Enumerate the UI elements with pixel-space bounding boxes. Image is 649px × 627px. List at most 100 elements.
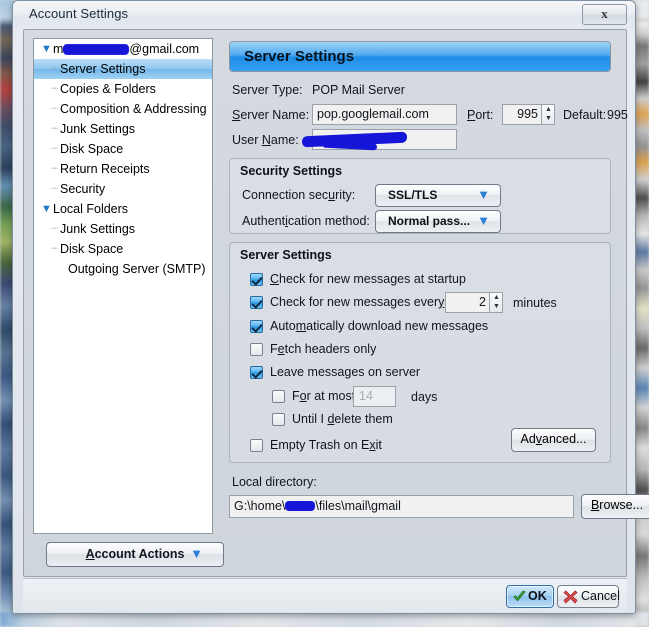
check-interval-input[interactable]: 2: [445, 292, 490, 313]
ok-button-label: OK: [528, 589, 547, 603]
server-name-label: Server Name:: [232, 108, 310, 122]
sidebar-item-local-folders[interactable]: ▼Local Folders: [34, 199, 212, 219]
chevron-down-icon[interactable]: ▼: [40, 39, 53, 59]
port-input[interactable]: 995: [502, 104, 542, 125]
browse-button-label: Browse...: [590, 498, 644, 512]
chevron-down-icon: ▼: [477, 213, 490, 228]
sidebar-item-server-settings[interactable]: ┈ Server Settings: [34, 59, 212, 79]
check-new-at-startup-checkbox[interactable]: [250, 273, 263, 286]
tree-connector-icon: ┈: [51, 83, 58, 95]
close-icon[interactable]: x: [582, 4, 627, 25]
server-settings-group-title: Server Settings: [240, 248, 332, 262]
advanced-button-label: Advanced...: [520, 432, 587, 446]
until-delete-label: Until I delete them: [292, 412, 393, 426]
spinner-down-icon[interactable]: ▼: [544, 115, 553, 123]
ok-button[interactable]: OK: [506, 585, 554, 608]
tree-connector-icon: ┈: [51, 243, 58, 255]
cancel-button-label: Cancel: [581, 589, 620, 603]
check-new-every-label: Check for new messages every: [270, 295, 445, 309]
server-name-input[interactable]: pop.googlemail.com: [312, 104, 457, 125]
check-new-every-checkbox[interactable]: [250, 296, 263, 309]
sidebar-item-composition-addressing[interactable]: ┈ Composition & Addressing: [34, 99, 212, 119]
checkmark-icon: [513, 590, 526, 602]
server-type-value: POP Mail Server: [312, 83, 405, 97]
sidebar-item-label: Composition & Addressing: [60, 102, 207, 116]
local-directory-label: Local directory:: [232, 475, 317, 489]
empty-trash-label: Empty Trash on Exit: [270, 438, 382, 452]
port-label: Port:: [467, 108, 494, 122]
sidebar-item-return-receipts[interactable]: ┈ Return Receipts: [34, 159, 212, 179]
sidebar-item-disk-space[interactable]: ┈ Disk Space: [34, 139, 212, 159]
chevron-down-icon[interactable]: ▼: [40, 199, 53, 219]
sidebar-item-security[interactable]: ┈ Security: [34, 179, 212, 199]
tree-connector-icon: ┈: [51, 223, 58, 235]
sidebar-item-outgoing-server-smtp[interactable]: Outgoing Server (SMTP): [34, 259, 212, 279]
browse-button[interactable]: Browse...: [581, 494, 649, 519]
connection-security-label: Connection security:: [242, 188, 356, 202]
dialog-client-area: ▼m @gmail.com ┈ Server Settings ┈ Copies & Fo…: [23, 29, 649, 577]
sidebar-item-label: Server Settings: [60, 62, 146, 76]
sidebar-item-junk-settings[interactable]: ┈ Junk Settings: [34, 219, 212, 239]
until-delete-checkbox[interactable]: [272, 413, 285, 426]
sidebar-item-label: @gmail.com: [129, 42, 200, 56]
fetch-headers-checkbox[interactable]: [250, 343, 263, 356]
local-directory-redaction: [285, 501, 316, 511]
tree-connector-icon: ┈: [51, 123, 58, 135]
account-actions-button[interactable]: Account Actions ▼: [46, 542, 224, 567]
spinner-down-icon[interactable]: ▼: [492, 303, 501, 311]
background-window-right: [635, 22, 649, 627]
dialog-button-bar: OK Cancel: [23, 578, 627, 612]
advanced-button[interactable]: Advanced...: [511, 428, 596, 452]
minutes-label: minutes: [513, 296, 557, 310]
local-directory-input[interactable]: G:\home\ \files\mail\gmail: [229, 495, 574, 518]
sidebar-item-label: Return Receipts: [60, 162, 150, 176]
auth-method-value: Normal pass...: [388, 214, 471, 228]
page-title-banner: Server Settings: [229, 41, 611, 72]
cancel-button[interactable]: Cancel: [557, 585, 620, 608]
tree-connector-icon: ┈: [51, 103, 58, 115]
email-redaction: [63, 45, 130, 54]
days-input[interactable]: 14: [353, 386, 396, 407]
account-settings-window: Account Settings x ▼m @gmail.com ┈ Server S…: [12, 0, 649, 614]
auto-download-checkbox[interactable]: [250, 320, 263, 333]
sidebar-item-disk-space[interactable]: ┈ Disk Space: [34, 239, 212, 259]
sidebar-item-label: Junk Settings: [60, 122, 136, 136]
for-at-most-checkbox[interactable]: [272, 390, 285, 403]
empty-trash-checkbox[interactable]: [250, 439, 263, 452]
window-title: Account Settings: [29, 6, 129, 21]
server-settings-group: Server Settings Check for new messages a…: [229, 242, 611, 463]
sidebar-item-label: Security: [60, 182, 106, 196]
sidebar-item-label: Junk Settings: [60, 222, 136, 236]
tree-connector-icon: ┈: [51, 63, 58, 75]
auth-method-dropdown[interactable]: Normal pass... ▼: [375, 210, 501, 233]
days-label: days: [411, 390, 438, 404]
x-mark-icon: [563, 590, 578, 604]
port-spinner[interactable]: ▲ ▼: [542, 104, 555, 125]
spinner-up-icon[interactable]: ▲: [492, 294, 501, 302]
sidebar-item-gmail-com[interactable]: ▼m @gmail.com: [34, 39, 212, 59]
sidebar-item-junk-settings[interactable]: ┈ Junk Settings: [34, 119, 212, 139]
sidebar-item-label-prefix: m: [53, 42, 64, 56]
sidebar-item-copies-folders[interactable]: ┈ Copies & Folders: [34, 79, 212, 99]
spinner-up-icon[interactable]: ▲: [544, 106, 553, 114]
check-interval-spinner[interactable]: ▲ ▼: [490, 292, 503, 313]
sidebar-item-label: Outgoing Server (SMTP): [68, 262, 206, 276]
local-directory-prefix: G:\home\: [234, 499, 286, 513]
local-directory-suffix: \files\mail\gmail: [315, 499, 401, 513]
security-settings-group: Security Settings Connection security: S…: [229, 158, 611, 234]
default-port-label: Default:: [563, 108, 607, 122]
server-type-label: Server Type:: [232, 83, 303, 97]
background-taskbar: [0, 612, 649, 627]
for-at-most-label: For at most: [292, 389, 356, 403]
default-port-value: 995: [607, 108, 628, 122]
leave-on-server-checkbox[interactable]: [250, 366, 263, 379]
connection-security-dropdown[interactable]: SSL/TLS ▼: [375, 184, 501, 207]
close-icon-glyph: x: [601, 6, 608, 21]
tree-connector-icon: ┈: [51, 183, 58, 195]
sidebar-item-label: Disk Space: [60, 242, 124, 256]
title-bar[interactable]: Account Settings x: [13, 1, 635, 29]
accounts-tree[interactable]: ▼m @gmail.com ┈ Server Settings ┈ Copies & Fo…: [33, 38, 213, 534]
tree-connector-icon: ┈: [51, 163, 58, 175]
fetch-headers-label: Fetch headers only: [270, 342, 377, 356]
